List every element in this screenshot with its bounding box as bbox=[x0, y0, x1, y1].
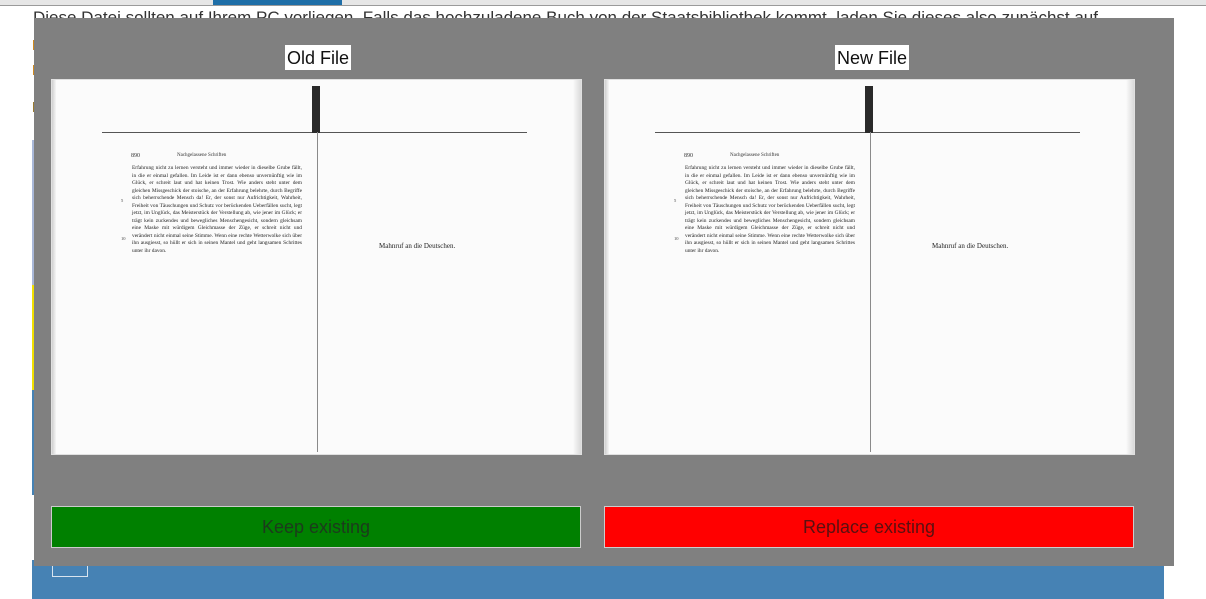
scan-edge bbox=[52, 80, 56, 454]
scan-edge bbox=[573, 80, 581, 454]
new-file-label: New File bbox=[835, 45, 910, 70]
right-page-caption: Mahnruf an die Deutschen. bbox=[932, 242, 1009, 250]
page-body-text: Erfahrung nicht zu lernen versteht und i… bbox=[132, 165, 302, 254]
file-compare-dialog: Old File New File 890 Nachgelassene Schr… bbox=[34, 18, 1174, 566]
page-number: 890 bbox=[684, 153, 693, 159]
keep-existing-button[interactable]: Keep existing bbox=[51, 506, 581, 548]
page-body-text: Erfahrung nicht zu lernen versteht und i… bbox=[685, 165, 855, 254]
page-number: 890 bbox=[131, 153, 140, 159]
bookmark-tab bbox=[312, 86, 320, 133]
book-spine bbox=[870, 132, 871, 452]
old-file-preview: 890 Nachgelassene Schriften 5 10 Erfahru… bbox=[51, 79, 582, 455]
new-file-preview: 890 Nachgelassene Schriften 5 10 Erfahru… bbox=[604, 79, 1135, 455]
right-page-caption: Mahnruf an die Deutschen. bbox=[379, 242, 456, 250]
replace-existing-button[interactable]: Replace existing bbox=[604, 506, 1134, 548]
active-tab-indicator[interactable] bbox=[213, 0, 342, 5]
running-head: Nachgelassene Schriften bbox=[177, 153, 227, 158]
line-number: 10 bbox=[674, 236, 679, 241]
line-number: 5 bbox=[674, 198, 677, 203]
scan-edge bbox=[1126, 80, 1134, 454]
bookmark-tab bbox=[865, 86, 873, 133]
scan-edge bbox=[605, 80, 609, 454]
book-spine bbox=[317, 132, 318, 452]
top-bar bbox=[0, 0, 1206, 6]
line-number: 10 bbox=[121, 236, 126, 241]
old-file-label: Old File bbox=[285, 45, 352, 70]
line-number: 5 bbox=[121, 198, 124, 203]
running-head: Nachgelassene Schriften bbox=[730, 153, 780, 158]
